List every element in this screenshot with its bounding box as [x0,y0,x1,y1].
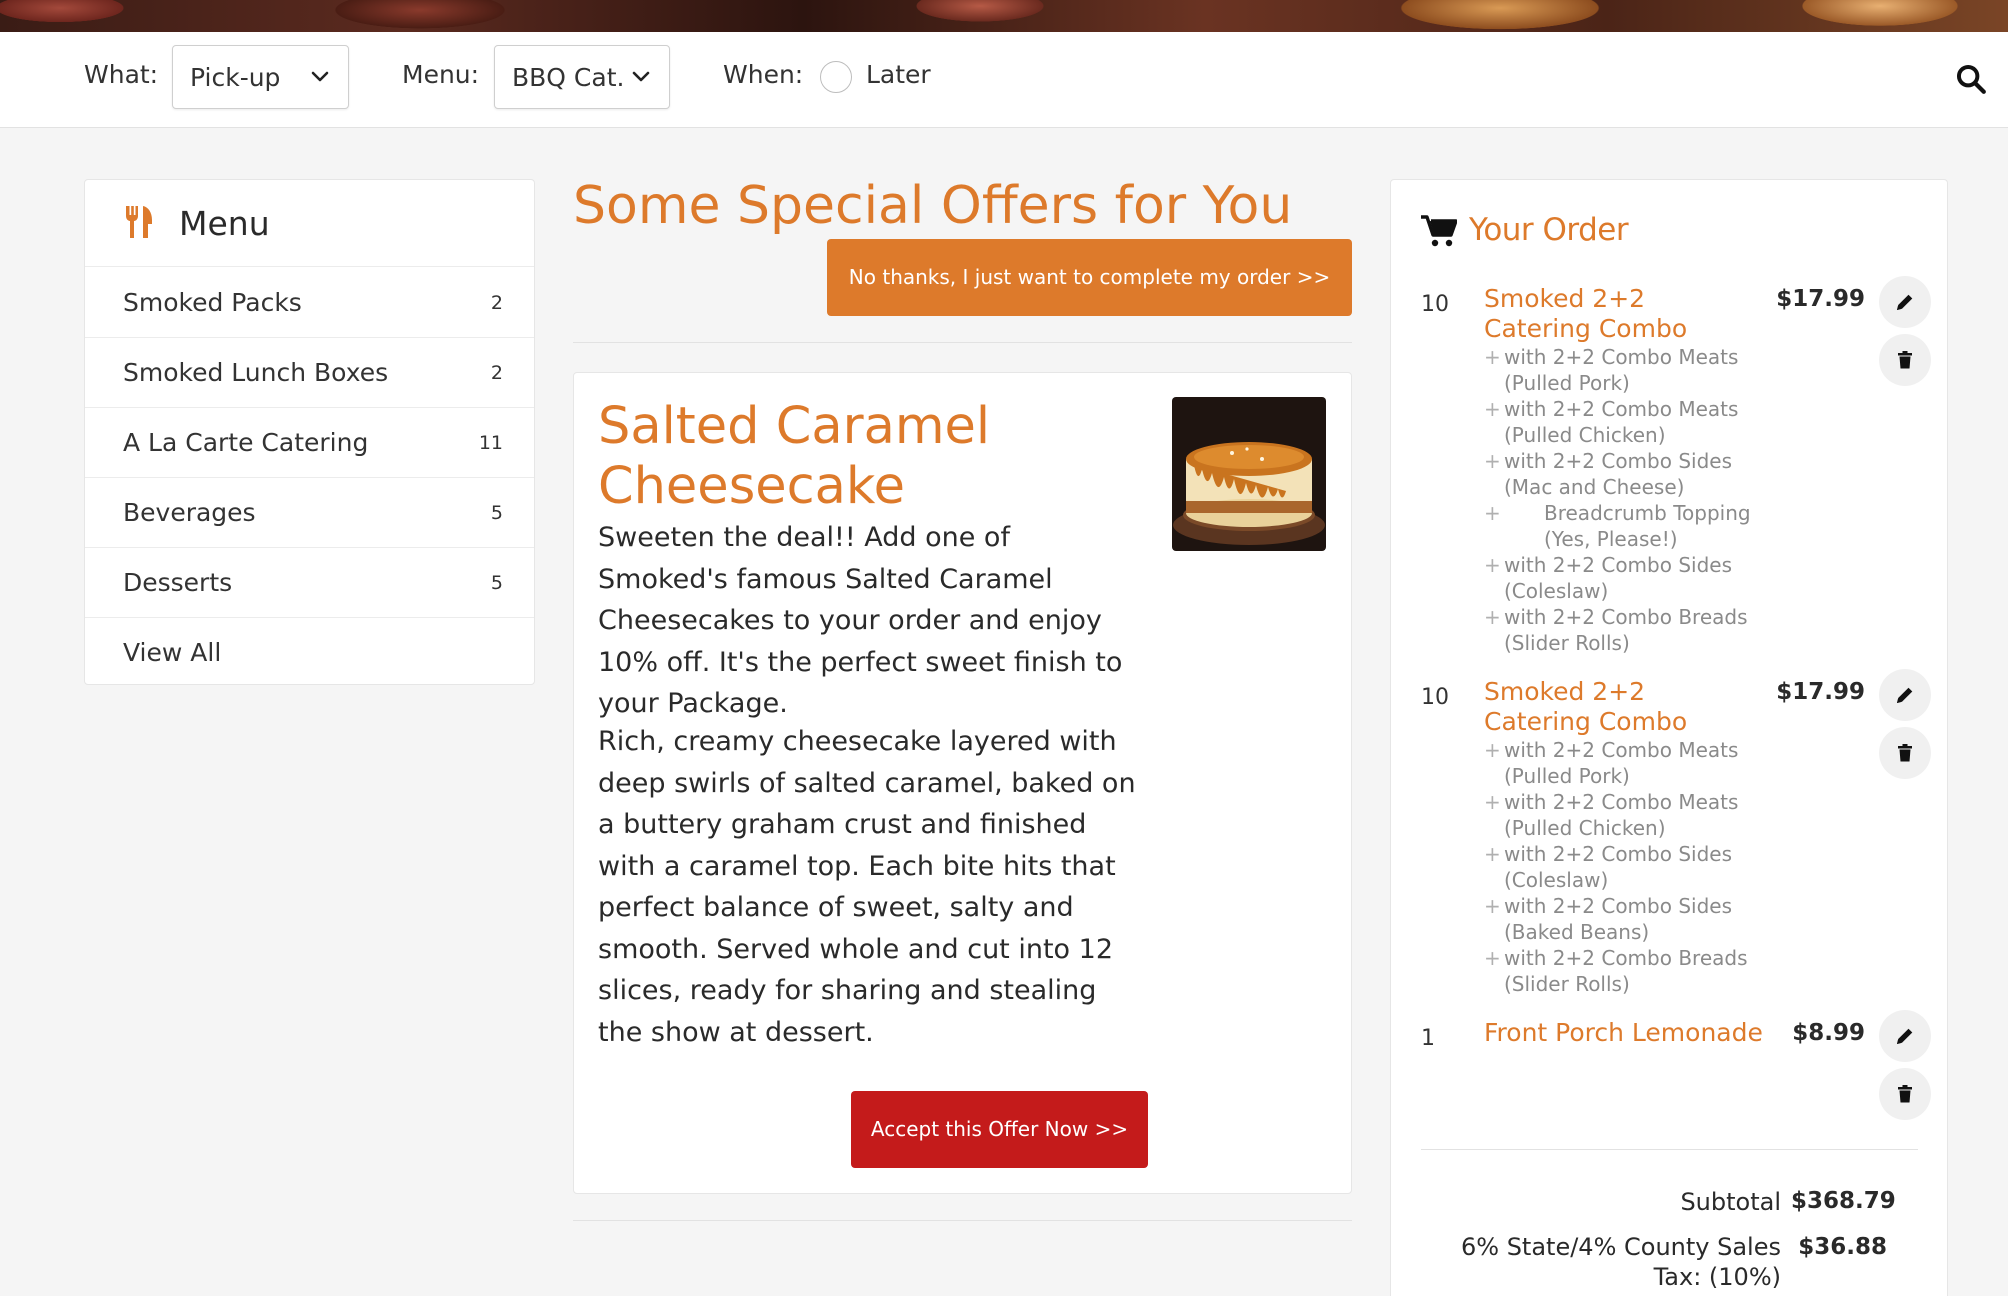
modifier: with 2+2 Combo Sides (Mac and Cheese) [1484,448,1784,500]
trash-icon [1898,351,1912,369]
order-title: Your Order [1469,212,1629,248]
search-icon[interactable] [1954,62,1988,96]
order-item-name[interactable]: Front Porch Lemonade [1484,1018,1774,1048]
chevron-down-icon [632,71,650,82]
menu-item-label: A La Carte Catering [123,428,369,457]
delete-item-button[interactable] [1879,334,1931,386]
tax-label: 6% State/4% County Sales Tax: (10%) [1460,1233,1781,1291]
tax-value: $36.88 [1798,1234,1887,1260]
modifier: Breadcrumb Topping (Yes, Please!) [1484,500,1784,552]
order-item-modifiers: with 2+2 Combo Meats (Pulled Pork) with … [1421,344,1784,656]
menu-title: Menu [179,204,270,243]
menu-select[interactable]: BBQ Cat... [494,45,670,109]
order-item-qty: 10 [1421,685,1449,710]
what-select-value: Pick-up [190,63,281,92]
order-item-price: $17.99 [1776,286,1865,312]
offer-description-details: Rich, creamy cheesecake layered with dee… [598,726,1136,1048]
menu-item-smoked-lunch-boxes[interactable]: Smoked Lunch Boxes 2 [85,338,534,408]
order-filter-bar: What: Pick-up Menu: BBQ Cat... When: Lat… [0,32,2008,128]
subtotal-value: $368.79 [1791,1188,1896,1214]
menu-item-count: 5 [490,502,503,524]
menu-label: Menu: [402,60,480,89]
menu-item-count: 2 [490,292,503,314]
edit-item-button[interactable] [1879,669,1931,721]
modifier: with 2+2 Combo Meats (Pulled Chicken) [1484,789,1784,841]
edit-item-button[interactable] [1879,276,1931,328]
pencil-icon [1897,1028,1913,1044]
utensils-icon [126,206,152,238]
modifier: with 2+2 Combo Sides (Coleslaw) [1484,552,1784,604]
order-item-qty: 1 [1421,1026,1435,1051]
subtotal-label: Subtotal [1680,1188,1781,1216]
menu-item-count: 11 [478,432,503,454]
offer-name: Salted Caramel Cheesecake [598,397,991,516]
menu-item-a-la-carte-catering[interactable]: A La Carte Catering 11 [85,408,534,478]
menu-item-view-all[interactable]: View All [85,618,534,688]
menu-item-smoked-packs[interactable]: Smoked Packs 2 [85,268,534,338]
when-label: When: [723,60,804,89]
menu-item-count: 2 [490,362,503,384]
order-item-modifiers: with 2+2 Combo Meats (Pulled Pork) with … [1421,737,1784,997]
pencil-icon [1897,294,1913,310]
order-item-qty: 10 [1421,292,1449,317]
modifier: with 2+2 Combo Breads (Slider Rolls) [1484,604,1784,656]
order-item-price: $17.99 [1776,679,1865,705]
order-summary: Your Order 10 Smoked 2+2 Catering Combo … [1390,179,1948,1296]
menu-item-beverages[interactable]: Beverages 5 [85,478,534,548]
hero-banner-image [0,0,2008,32]
menu-item-label: View All [123,638,222,667]
what-label: What: [84,60,159,89]
cheesecake-image [1172,397,1326,551]
trash-icon [1898,1085,1912,1103]
cart-icon [1421,215,1457,247]
modifier: with 2+2 Combo Sides (Coleslaw) [1484,841,1784,893]
modifier: with 2+2 Combo Breads (Slider Rolls) [1484,945,1784,997]
trash-icon [1898,744,1912,762]
modifier: with 2+2 Combo Meats (Pulled Chicken) [1484,396,1784,448]
menu-select-value: BBQ Cat... [512,63,622,92]
divider [573,342,1352,343]
order-item-price: $8.99 [1792,1020,1865,1046]
edit-item-button[interactable] [1879,1010,1931,1062]
offer-description-intro: Sweeten the deal!! Add one of Smoked's f… [598,522,1123,719]
menu-item-desserts[interactable]: Desserts 5 [85,548,534,618]
offers-title: Some Special Offers for You [573,176,1293,236]
order-item-name[interactable]: Smoked 2+2 Catering Combo [1484,677,1754,737]
no-thanks-button[interactable]: No thanks, I just want to complete my or… [827,239,1352,316]
menu-item-label: Smoked Packs [123,288,302,317]
menu-item-label: Smoked Lunch Boxes [123,358,389,387]
accept-offer-button[interactable]: Accept this Offer Now >> [851,1091,1148,1168]
menu-header: Menu [85,180,534,267]
delete-item-button[interactable] [1879,727,1931,779]
delete-item-button[interactable] [1879,1068,1931,1120]
pencil-icon [1897,687,1913,703]
menu-sidebar: Menu Smoked Packs 2 Smoked Lunch Boxes 2… [84,179,535,685]
divider [573,1220,1352,1221]
order-item-name[interactable]: Smoked 2+2 Catering Combo [1484,284,1754,344]
modifier: with 2+2 Combo Sides (Baked Beans) [1484,893,1784,945]
what-select[interactable]: Pick-up [172,45,349,109]
offer-card: Salted Caramel Cheesecake Sweeten the de… [573,372,1352,1194]
modifier: with 2+2 Combo Meats (Pulled Pork) [1484,344,1784,396]
menu-item-count: 5 [490,572,503,594]
divider [1421,1149,1918,1150]
modifier: with 2+2 Combo Meats (Pulled Pork) [1484,737,1784,789]
later-radio-label[interactable]: Later [866,60,931,89]
chevron-down-icon [311,71,329,82]
menu-item-label: Beverages [123,498,256,527]
later-radio[interactable] [820,61,852,93]
menu-item-label: Desserts [123,568,233,597]
